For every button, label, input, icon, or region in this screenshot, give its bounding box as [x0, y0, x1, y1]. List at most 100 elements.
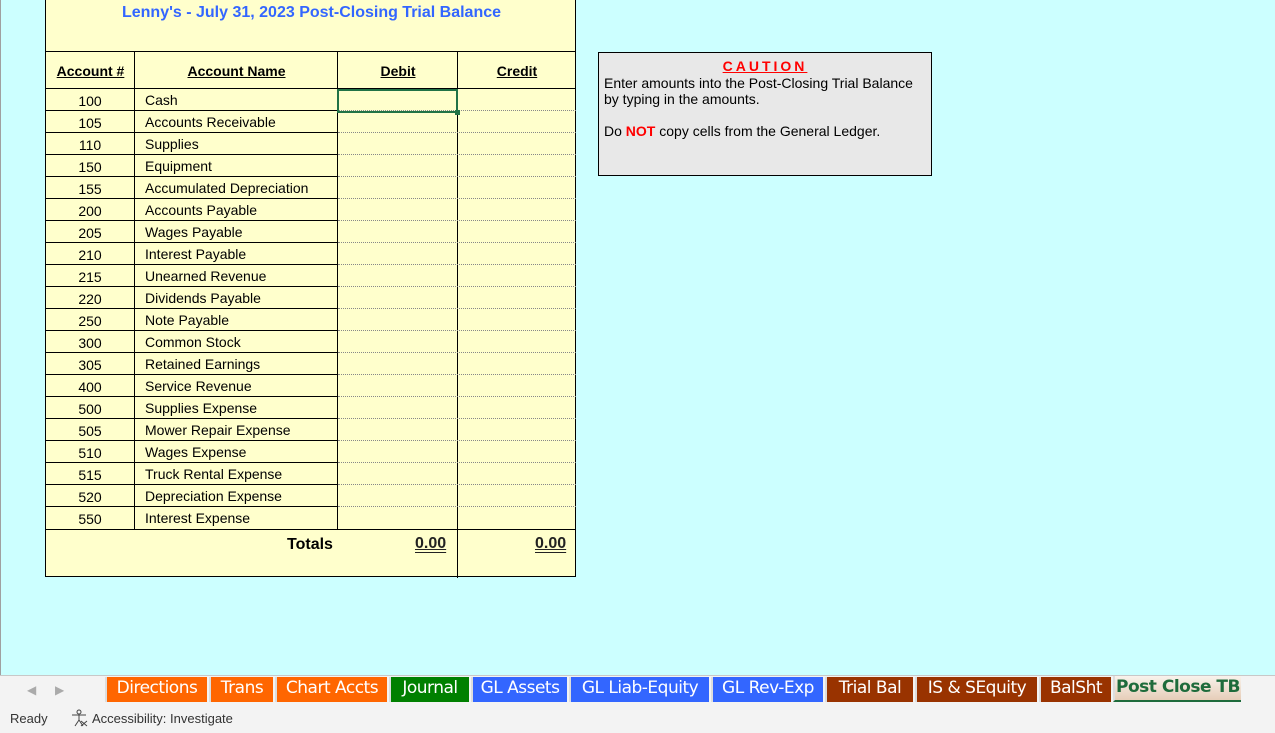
header-account-name: Account Name — [135, 51, 338, 89]
sheet-tab-trial-bal[interactable]: Trial Bal — [825, 677, 913, 702]
sheet-tab-trans[interactable]: Trans — [209, 677, 273, 702]
credit-cell[interactable] — [458, 419, 576, 441]
credit-cell[interactable] — [458, 199, 576, 221]
scroll-right-icon[interactable]: ▶ — [55, 683, 64, 697]
debit-cell[interactable] — [338, 287, 457, 309]
debit-cell[interactable] — [338, 441, 457, 463]
debit-cell[interactable] — [338, 353, 457, 375]
account-number[interactable]: 500 — [46, 401, 134, 417]
debit-cell[interactable] — [338, 221, 457, 243]
debit-cell[interactable] — [338, 485, 457, 507]
account-name[interactable]: Equipment — [145, 158, 212, 174]
credit-cell[interactable] — [458, 177, 576, 199]
account-name[interactable]: Wages Expense — [145, 444, 246, 460]
credit-cell[interactable] — [458, 309, 576, 331]
account-name[interactable]: Cash — [145, 92, 178, 108]
sheet-tab-gl-assets[interactable]: GL Assets — [471, 677, 567, 702]
sheet-tab-post-close-tb[interactable]: Post Close TB — [1113, 676, 1241, 702]
debit-cell[interactable] — [338, 199, 457, 221]
account-number[interactable]: 110 — [46, 137, 134, 153]
account-number[interactable]: 305 — [46, 357, 134, 373]
sheet-tab-is-sequity[interactable]: IS & SEquity — [915, 677, 1037, 702]
debit-cell[interactable] — [338, 375, 457, 397]
accessibility-status[interactable]: Accessibility: Investigate — [70, 709, 233, 727]
debit-cell[interactable] — [338, 243, 457, 265]
account-number[interactable]: 400 — [46, 379, 134, 395]
debit-cell[interactable] — [338, 331, 457, 353]
table-row: 510 Wages Expense — [46, 441, 576, 463]
debit-cell[interactable] — [338, 463, 457, 485]
sheet-tab-gl-rev-exp[interactable]: GL Rev-Exp — [711, 677, 823, 702]
scroll-left-icon[interactable]: ◀ — [27, 683, 36, 697]
debit-cell[interactable] — [338, 265, 457, 287]
credit-cell[interactable] — [458, 287, 576, 309]
account-number[interactable]: 520 — [46, 489, 134, 505]
account-name[interactable]: Wages Payable — [145, 224, 243, 240]
credit-cell[interactable] — [458, 441, 576, 463]
debit-cell[interactable] — [338, 507, 457, 529]
account-number[interactable]: 100 — [46, 93, 134, 109]
credit-cell[interactable] — [458, 353, 576, 375]
account-name[interactable]: Service Revenue — [145, 378, 252, 394]
credit-cell[interactable] — [458, 507, 576, 529]
account-name[interactable]: Note Payable — [145, 312, 229, 328]
account-name[interactable]: Dividends Payable — [145, 290, 261, 306]
credit-cell[interactable] — [458, 485, 576, 507]
credit-cell[interactable] — [458, 397, 576, 419]
account-name[interactable]: Common Stock — [145, 334, 241, 350]
credit-cell[interactable] — [458, 111, 576, 133]
sheet-tab-gl-liab-equity[interactable]: GL Liab-Equity — [569, 677, 709, 702]
sheet-tab-directions[interactable]: Directions — [105, 677, 207, 702]
debit-cell[interactable] — [338, 133, 457, 155]
credit-cell[interactable] — [458, 243, 576, 265]
account-name[interactable]: Interest Expense — [145, 510, 250, 526]
account-number[interactable]: 155 — [46, 181, 134, 197]
debit-cell[interactable] — [338, 397, 457, 419]
account-number[interactable]: 505 — [46, 423, 134, 439]
debit-cell[interactable] — [338, 419, 457, 441]
account-number[interactable]: 210 — [46, 247, 134, 263]
credit-cell[interactable] — [458, 155, 576, 177]
account-name[interactable]: Accounts Payable — [145, 202, 257, 218]
credit-cell[interactable] — [458, 133, 576, 155]
account-name[interactable]: Interest Payable — [145, 246, 246, 262]
account-number[interactable]: 150 — [46, 159, 134, 175]
debit-cell[interactable] — [338, 155, 457, 177]
account-number[interactable]: 510 — [46, 445, 134, 461]
account-name[interactable]: Supplies Expense — [145, 400, 257, 416]
account-number[interactable]: 550 — [46, 511, 134, 527]
sheet-tab-chart-accts[interactable]: Chart Accts — [275, 677, 387, 702]
credit-cell[interactable] — [458, 221, 576, 243]
sheet-tab-bar: ◀ ▶ Directions Trans Chart Accts Journal GL … — [0, 675, 1275, 706]
debit-cell[interactable] — [338, 111, 457, 133]
debit-cell[interactable] — [338, 309, 457, 331]
sheet-tab-journal[interactable]: Journal — [389, 677, 469, 702]
account-number[interactable]: 205 — [46, 225, 134, 241]
credit-cell[interactable] — [458, 375, 576, 397]
account-number[interactable]: 515 — [46, 467, 134, 483]
caution-instruction: Enter amounts into the Post-Closing Tria… — [604, 75, 913, 107]
sheet-tab-balsht[interactable]: BalSht — [1039, 677, 1111, 702]
credit-cell[interactable] — [458, 265, 576, 287]
selected-cell-cursor[interactable] — [337, 89, 460, 115]
account-number[interactable]: 200 — [46, 203, 134, 219]
account-number[interactable]: 215 — [46, 269, 134, 285]
credit-cell[interactable] — [458, 331, 576, 353]
debit-cell[interactable] — [338, 177, 457, 199]
account-number[interactable]: 250 — [46, 313, 134, 329]
account-name[interactable]: Mower Repair Expense — [145, 422, 291, 438]
account-name[interactable]: Truck Rental Expense — [145, 466, 282, 482]
table-row: 155 Accumulated Depreciation — [46, 177, 576, 199]
account-number[interactable]: 220 — [46, 291, 134, 307]
account-number[interactable]: 300 — [46, 335, 134, 351]
credit-cell[interactable] — [458, 89, 576, 111]
credit-cell[interactable] — [458, 463, 576, 485]
account-name[interactable]: Unearned Revenue — [145, 268, 266, 284]
account-name[interactable]: Accumulated Depreciation — [145, 180, 308, 196]
account-number[interactable]: 105 — [46, 115, 134, 131]
account-name[interactable]: Supplies — [145, 136, 199, 152]
account-name[interactable]: Depreciation Expense — [145, 488, 282, 504]
account-name[interactable]: Accounts Receivable — [145, 114, 276, 130]
table-row: 215 Unearned Revenue — [46, 265, 576, 287]
account-name[interactable]: Retained Earnings — [145, 356, 260, 372]
